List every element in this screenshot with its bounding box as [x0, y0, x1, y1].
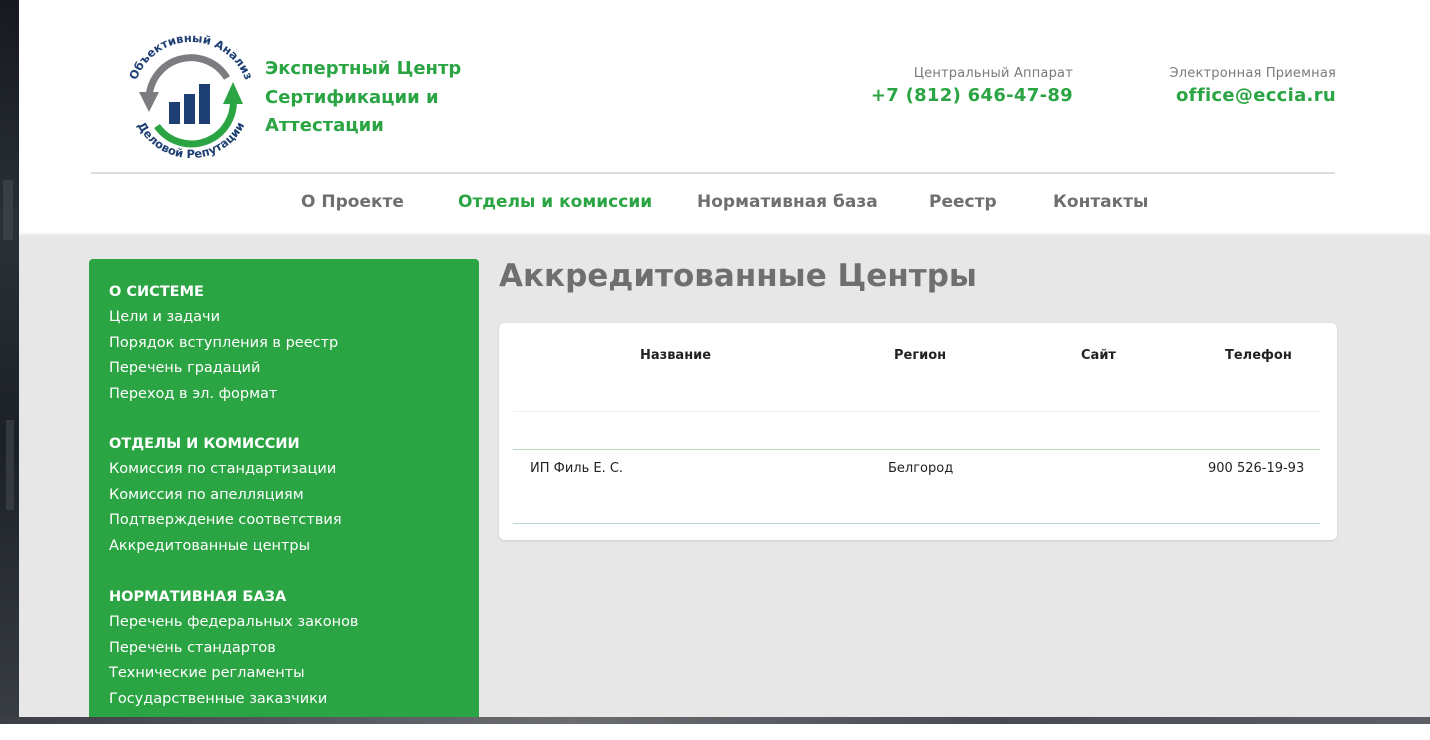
svg-text:Деловой Репутации: Деловой Репутации [135, 119, 248, 161]
background-edge-left [0, 0, 19, 740]
cell-name: ИП Филь Е. С. [530, 461, 624, 476]
header-divider [91, 172, 1335, 174]
sidebar-item-accredited-centers[interactable]: Аккредитованные центры [109, 534, 342, 560]
page-bottom-strip [0, 724, 1430, 740]
sidebar-section-regulatory: НОРМАТИВНАЯ БАЗА Перечень федеральных за… [109, 585, 358, 712]
sidebar-section-departments: ОТДЕЛЫ И КОМИССИИ Комиссия по стандартиз… [109, 432, 342, 559]
column-header-phone: Телефон [1225, 348, 1292, 363]
sidebar-item-federal-laws[interactable]: Перечень федеральных законов [109, 610, 358, 636]
sidebar-item-tech-regulations[interactable]: Технические регламенты [109, 661, 358, 687]
sidebar-section-title: НОРМАТИВНАЯ БАЗА [109, 589, 287, 605]
column-header-name: Название [640, 348, 712, 363]
accredited-centers-table: Название Регион Сайт Телефон ИП Филь Е. … [499, 323, 1337, 540]
email-label: Электронная Приемная [1169, 66, 1336, 81]
brand-line-3: Аттестации [265, 115, 384, 136]
nav-item-registry[interactable]: Реестр [929, 192, 997, 212]
nav-item-regulatory[interactable]: Нормативная база [697, 192, 878, 212]
table-filter-divider [513, 411, 1321, 412]
sidebar-item-standardization[interactable]: Комиссия по стандартизации [109, 457, 342, 483]
table-row-divider [513, 449, 1320, 450]
phone-label: Центральный Аппарат [913, 66, 1073, 81]
main-nav: О Проекте Отделы и комиссии Нормативная … [0, 192, 1430, 218]
sidebar-item-electronic-format[interactable]: Переход в эл. формат [109, 382, 338, 408]
table-row-divider [513, 523, 1320, 524]
logo-ring-bottom-text: Деловой Репутации [135, 119, 248, 161]
sidebar-item-gradations[interactable]: Перечень градаций [109, 356, 338, 382]
nav-item-departments[interactable]: Отделы и комиссии [458, 192, 652, 212]
sidebar-section-title: ОТДЕЛЫ И КОМИССИИ [109, 436, 300, 452]
sidebar-section-about: О СИСТЕМЕ Цели и задачи Порядок вступлен… [109, 280, 338, 407]
circular-arrows-bar-chart-logo-icon: Объективный Анализ Деловой Репутации [126, 31, 256, 161]
sidebar-section-title: О СИСТЕМЕ [109, 284, 204, 300]
column-header-site: Сайт [1081, 348, 1116, 363]
email-link[interactable]: office@eccia.ru [1170, 85, 1337, 106]
cell-region: Белгород [888, 461, 954, 476]
sidebar: О СИСТЕМЕ Цели и задачи Порядок вступлен… [89, 259, 479, 717]
sidebar-item-conformity[interactable]: Подтверждение соответствия [109, 508, 342, 534]
page-title: Аккредитованные Центры [499, 258, 977, 294]
background-edge-bottom [0, 717, 1430, 724]
brand-line-2: Сертификации и [265, 86, 439, 108]
column-header-region: Регион [894, 348, 947, 363]
email-contact: Электронная Приемная office@eccia.ru [1170, 66, 1337, 106]
logo[interactable]: Объективный Анализ Деловой Репутации [123, 30, 259, 166]
brand-line-1: Экспертный Центр [265, 58, 462, 79]
brand-name[interactable]: Экспертный Центр Сертификации и Аттестац… [265, 55, 485, 141]
nav-item-contacts[interactable]: Контакты [1053, 192, 1148, 212]
phone-contact: Центральный Аппарат +7 (812) 646-47-89 [871, 66, 1073, 106]
nav-item-about[interactable]: О Проекте [301, 192, 404, 212]
phone-link[interactable]: +7 (812) 646-47-89 [871, 85, 1073, 106]
sidebar-item-appeals[interactable]: Комиссия по апелляциям [109, 483, 342, 509]
sidebar-item-state-customers[interactable]: Государственные заказчики [109, 687, 358, 713]
sidebar-item-standards[interactable]: Перечень стандартов [109, 636, 358, 662]
cell-phone: 900 526-19-93 [1208, 461, 1305, 476]
sidebar-item-registry-entry[interactable]: Порядок вступления в реестр [109, 331, 338, 357]
sidebar-item-goals[interactable]: Цели и задачи [109, 305, 338, 331]
